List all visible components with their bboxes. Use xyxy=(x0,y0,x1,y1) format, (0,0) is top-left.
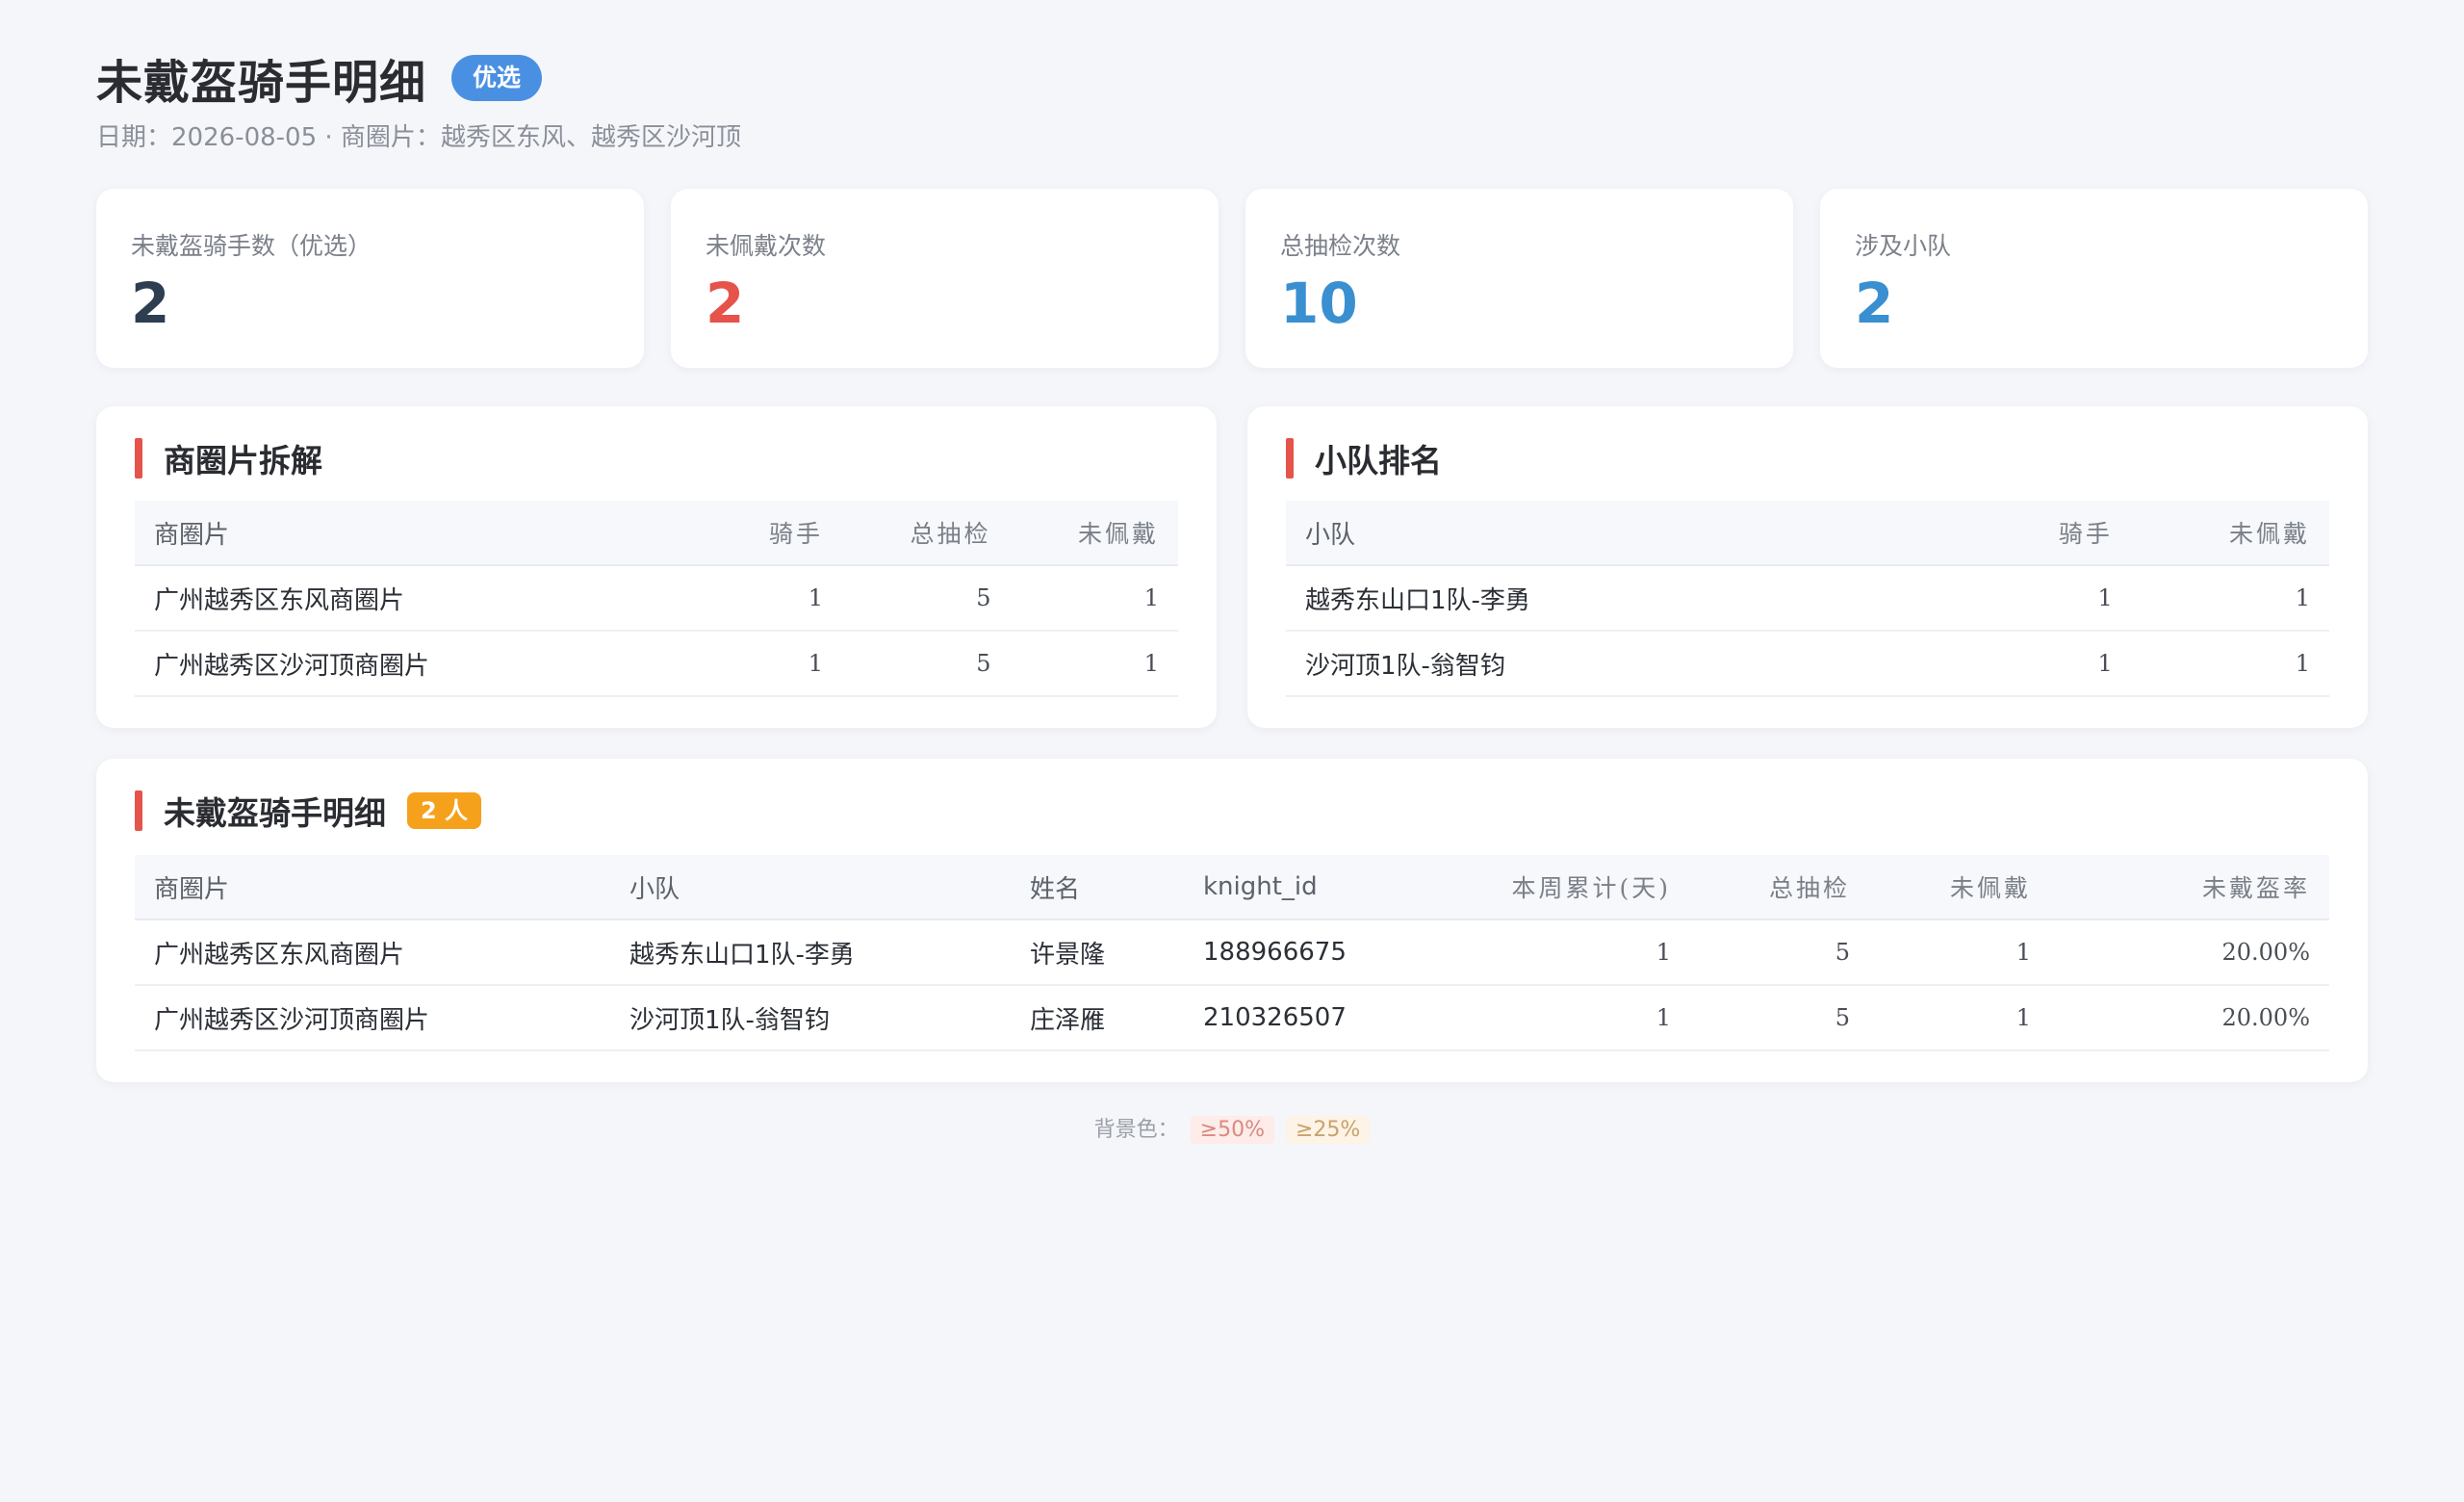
cell: 沙河顶1队-翁智钧 xyxy=(1286,631,1979,697)
column-header: knight_id xyxy=(1184,855,1434,920)
section-title: 未戴盔骑手明细 xyxy=(164,794,386,832)
cell: 210326507 xyxy=(1184,985,1434,1051)
cell: 1 xyxy=(1010,565,1178,632)
cell: 1 xyxy=(712,565,843,632)
column-header: 姓名 xyxy=(1011,855,1184,920)
cell: 1 xyxy=(1979,631,2132,697)
area-label: 商圈片： xyxy=(340,123,441,152)
stat-card-riders: 未戴盔骑手数（优选） 2 xyxy=(96,189,644,368)
column-header: 未戴盔率 xyxy=(2050,855,2329,920)
section-title: 商圈片拆解 xyxy=(164,442,322,479)
cell: 广州越秀区沙河顶商圈片 xyxy=(135,631,712,697)
team-ranking-card: 小队排名 小队 骑手 未佩戴 越秀东山口1队-李勇 1 1 沙河顶1队-翁智钧 … xyxy=(1247,406,2368,728)
column-header: 本周累计(天) xyxy=(1434,855,1690,920)
subtitle-separator: · xyxy=(317,123,341,152)
date-label: 日期： xyxy=(96,123,172,152)
cell: 1 xyxy=(1010,631,1178,697)
stat-value: 2 xyxy=(1855,271,1894,336)
stat-card-violations: 未佩戴次数 2 xyxy=(671,189,1219,368)
column-header: 骑手 xyxy=(1979,501,2132,566)
table-header-row: 小队 骑手 未佩戴 xyxy=(1286,501,2329,566)
cell: 1 xyxy=(2131,631,2329,697)
table-row: 广州越秀区沙河顶商圈片 1 5 1 xyxy=(135,631,1178,697)
count-badge: 2 人 xyxy=(407,792,482,829)
background-color-legend: 背景色： ≥50% ≥25% xyxy=(0,1112,2464,1144)
column-header: 未佩戴 xyxy=(1010,501,1178,566)
cell: 1 xyxy=(1869,919,2050,986)
cell: 1 xyxy=(1434,985,1690,1051)
column-header: 总抽检 xyxy=(1690,855,1869,920)
stat-value: 2 xyxy=(706,271,745,336)
cell: 5 xyxy=(1690,919,1869,986)
column-header: 骑手 xyxy=(712,501,843,566)
section-title: 小队排名 xyxy=(1315,442,1442,479)
section-accent-bar xyxy=(135,790,142,831)
date-value: 2026-08-05 xyxy=(171,123,318,152)
stat-label: 涉及小队 xyxy=(1855,232,1952,260)
column-header: 商圈片 xyxy=(135,855,610,920)
table-row: 沙河顶1队-翁智钧 1 1 xyxy=(1286,631,2329,697)
section-accent-bar xyxy=(1286,438,1294,479)
legend-high-chip: ≥50% xyxy=(1190,1116,1274,1144)
cell: 1 xyxy=(2131,565,2329,632)
cell: 1 xyxy=(1869,985,2050,1051)
cell: 5 xyxy=(1690,985,1869,1051)
stat-card-teams: 涉及小队 2 xyxy=(1820,189,2368,368)
section-header: 商圈片拆解 xyxy=(135,437,322,479)
legend-label: 背景色： xyxy=(1093,1118,1179,1142)
detail-table: 商圈片 小队 姓名 knight_id 本周累计(天) 总抽检 未佩戴 未戴盔率… xyxy=(135,855,2329,1051)
stat-value: 10 xyxy=(1280,271,1358,336)
page-title: 未戴盔骑手明细 xyxy=(96,56,427,110)
cell: 1 xyxy=(1434,919,1690,986)
column-header: 未佩戴 xyxy=(1869,855,2050,920)
stat-label: 未佩戴次数 xyxy=(706,232,827,260)
table-row: 广州越秀区东风商圈片 1 5 1 xyxy=(135,565,1178,632)
table-header-row: 商圈片 骑手 总抽检 未佩戴 xyxy=(135,501,1178,566)
table-row: 越秀东山口1队-李勇 1 1 xyxy=(1286,565,2329,632)
cell: 越秀东山口1队-李勇 xyxy=(610,919,1011,986)
page-header: 未戴盔骑手明细 优选 日期：2026-08-05 · 商圈片：越秀区东风、越秀区… xyxy=(96,50,741,153)
section-header: 小队排名 xyxy=(1286,437,1442,479)
column-header: 未佩戴 xyxy=(2131,501,2329,566)
area-breakdown-table: 商圈片 骑手 总抽检 未佩戴 广州越秀区东风商圈片 1 5 1 广州越秀区沙河顶… xyxy=(135,501,1178,697)
cell: 广州越秀区沙河顶商圈片 xyxy=(135,985,610,1051)
cell: 1 xyxy=(712,631,843,697)
column-header: 小队 xyxy=(1286,501,1979,566)
cell: 越秀东山口1队-李勇 xyxy=(1286,565,1979,632)
cell: 广州越秀区东风商圈片 xyxy=(135,565,712,632)
cell: 5 xyxy=(842,631,1011,697)
table-header-row: 商圈片 小队 姓名 knight_id 本周累计(天) 总抽检 未佩戴 未戴盔率 xyxy=(135,855,2329,920)
stat-value: 2 xyxy=(131,271,170,336)
preferred-badge: 优选 xyxy=(451,55,543,101)
cell: 5 xyxy=(842,565,1011,632)
legend-mid-chip: ≥25% xyxy=(1286,1116,1371,1144)
cell: 20.00% xyxy=(2050,919,2329,986)
area-breakdown-card: 商圈片拆解 商圈片 骑手 总抽检 未佩戴 广州越秀区东风商圈片 1 5 1 广州… xyxy=(96,406,1217,728)
cell: 许景隆 xyxy=(1011,919,1184,986)
table-row: 广州越秀区东风商圈片 越秀东山口1队-李勇 许景隆 188966675 1 5 … xyxy=(135,919,2329,986)
cell: 广州越秀区东风商圈片 xyxy=(135,919,610,986)
column-header: 总抽检 xyxy=(842,501,1011,566)
cell: 1 xyxy=(1979,565,2132,632)
page-subtitle: 日期：2026-08-05 · 商圈片：越秀区东风、越秀区沙河顶 xyxy=(96,117,741,153)
team-ranking-table: 小队 骑手 未佩戴 越秀东山口1队-李勇 1 1 沙河顶1队-翁智钧 1 1 xyxy=(1286,501,2329,697)
stat-label: 总抽检次数 xyxy=(1280,232,1401,260)
column-header: 商圈片 xyxy=(135,501,712,566)
section-header: 未戴盔骑手明细 2 人 xyxy=(135,790,482,832)
detail-card: 未戴盔骑手明细 2 人 商圈片 小队 姓名 knight_id 本周累计(天) … xyxy=(96,759,2368,1082)
stat-label: 未戴盔骑手数（优选） xyxy=(131,232,372,260)
table-row: 广州越秀区沙河顶商圈片 沙河顶1队-翁智钧 庄泽雁 210326507 1 5 … xyxy=(135,985,2329,1051)
section-accent-bar xyxy=(135,438,142,479)
column-header: 小队 xyxy=(610,855,1011,920)
cell: 20.00% xyxy=(2050,985,2329,1051)
cell: 庄泽雁 xyxy=(1011,985,1184,1051)
stat-card-inspections: 总抽检次数 10 xyxy=(1245,189,1793,368)
cell: 188966675 xyxy=(1184,919,1434,986)
area-value: 越秀区东风、越秀区沙河顶 xyxy=(440,123,741,152)
cell: 沙河顶1队-翁智钧 xyxy=(610,985,1011,1051)
